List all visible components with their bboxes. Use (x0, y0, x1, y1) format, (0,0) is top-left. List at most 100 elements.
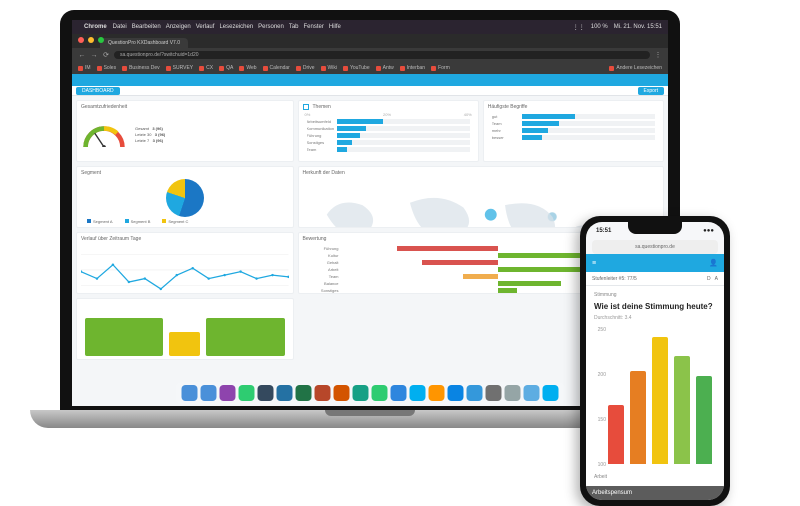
dock-app[interactable] (353, 385, 369, 401)
bookmark-item[interactable]: Business Dev (122, 65, 160, 71)
gauge-legend: Gesamt 3 (96)Letzte 30 3 (96)Letzte 7 3 … (135, 126, 165, 144)
back-icon[interactable]: ← (78, 51, 86, 59)
dock-app[interactable] (372, 385, 388, 401)
menubar-item[interactable]: Verlauf (196, 24, 215, 30)
dock-app[interactable] (543, 385, 559, 401)
phone-notch (628, 222, 682, 234)
bookmark-item[interactable]: YouTube (343, 65, 370, 71)
close-icon[interactable] (78, 37, 84, 43)
minimize-icon[interactable] (88, 37, 94, 43)
hbar-row: Team (307, 147, 470, 152)
dock-app[interactable] (220, 385, 236, 401)
dock-app[interactable] (315, 385, 331, 401)
menubar-item[interactable]: Datei (113, 24, 127, 30)
y-axis: 250200150100 (594, 327, 606, 468)
bookmark-item[interactable]: Interban (400, 65, 425, 71)
dock-app[interactable] (277, 385, 293, 401)
footer-text: Arbeitspensum (592, 490, 632, 496)
dock-app[interactable] (391, 385, 407, 401)
menubar-item[interactable]: Personen (258, 24, 284, 30)
address-bar[interactable]: sa.questionpro.de/?switchuid=1d20 (114, 51, 650, 59)
bookmark-item[interactable]: QA (219, 65, 233, 71)
card-trend: Verlauf über Zeitraum Tage 151015202530 (76, 232, 294, 294)
forward-icon[interactable]: → (90, 51, 98, 59)
menubar-item[interactable]: Anzeigen (166, 24, 191, 30)
url-text: sa.questionpro.de/?switchuid=1d20 (120, 52, 199, 58)
phone-address-bar[interactable]: sa.questionpro.de (592, 240, 718, 254)
menubar-app[interactable]: Chrome (84, 24, 107, 30)
dock-app[interactable] (467, 385, 483, 401)
dock-app[interactable] (182, 385, 198, 401)
dock-app[interactable] (334, 385, 350, 401)
dock-app[interactable] (429, 385, 445, 401)
dock-app[interactable] (448, 385, 464, 401)
bookmark-item[interactable]: Drive (296, 65, 315, 71)
chrome-toolbar: ← → ⟳ sa.questionpro.de/?switchuid=1d20 … (72, 48, 668, 62)
bookmark-item[interactable]: CX (199, 65, 213, 71)
hbar-chart: gutTeammehrbesser (488, 112, 659, 142)
lang-de[interactable]: D (707, 276, 711, 282)
bookmark-item[interactable]: IM (78, 65, 91, 71)
hbar-row: Führung (307, 133, 470, 138)
menubar-item[interactable]: Hilfe (329, 24, 341, 30)
hbar-row: Sonstiges (307, 140, 470, 145)
breadcrumb-text: Stufenleiter #5: 77/5 (592, 276, 637, 282)
card-title: Segment (81, 170, 289, 176)
checkbox-icon[interactable] (303, 104, 309, 110)
dock-app[interactable] (201, 385, 217, 401)
bookmark-item[interactable]: Antw (376, 65, 394, 71)
dock-app[interactable] (505, 385, 521, 401)
menubar-item[interactable]: Bearbeiten (132, 24, 161, 30)
macos-dock (176, 382, 565, 404)
mood-bar (608, 405, 624, 464)
card-title: Herkunft der Daten (303, 170, 660, 176)
bookmark-item[interactable]: Calendar (263, 65, 290, 71)
page-subheader: DASHBOARD Export (72, 86, 668, 96)
dock-app[interactable] (239, 385, 255, 401)
user-icon[interactable]: 👤 (709, 259, 718, 267)
mood-bar (696, 376, 712, 464)
menu-icon[interactable]: ≡ (592, 260, 596, 267)
card-terms: Häufigste Begriffe gutTeammehrbesser (483, 100, 664, 162)
bookmark-item[interactable]: Soles (97, 65, 117, 71)
section-label: Stimmung (594, 292, 716, 298)
export-button[interactable]: Export (638, 87, 664, 95)
dock-app[interactable] (486, 385, 502, 401)
card-gauge: Gesamtzufriedenheit Gesamt 3 (96)L (76, 100, 294, 162)
dashboard-tab[interactable]: DASHBOARD (76, 87, 120, 95)
dashboard-page: DASHBOARD Export Gesamtzufriedenheit (72, 74, 668, 406)
bookmark-item[interactable]: Web (239, 65, 256, 71)
dock-app[interactable] (410, 385, 426, 401)
dock-app[interactable] (524, 385, 540, 401)
hbar-row: mehr (492, 128, 655, 133)
bookmarks-overflow[interactable]: Andere Lesezeichen (609, 65, 662, 71)
maximize-icon[interactable] (98, 37, 104, 43)
bookmark-item[interactable]: SURVEY (166, 65, 193, 71)
card-title: Themen (313, 104, 474, 110)
mood-bar (630, 371, 646, 464)
bookmark-item[interactable]: Form (431, 65, 450, 71)
lang-a[interactable]: A (715, 276, 718, 282)
next-section-label: Arbeit (594, 474, 716, 480)
phone-time: 15:51 (596, 228, 611, 234)
phone-footer: Arbeitspensum (586, 486, 724, 500)
wifi-icon: ⋮⋮ (573, 24, 585, 31)
menubar-item[interactable]: Fenster (304, 24, 324, 30)
menubar-clock: Mi. 21. Nov. 15:51 (614, 24, 662, 30)
hbar-row: Arbeitsumfeld (307, 119, 470, 124)
card-title: Gesamtzufriedenheit (81, 104, 289, 110)
dock-app[interactable] (258, 385, 274, 401)
dock-app[interactable] (296, 385, 312, 401)
window-controls (78, 37, 104, 43)
menubar-item[interactable]: Lesezeichen (219, 24, 253, 30)
card-segment: Segment Segment ASegment BSegment C (76, 166, 294, 228)
box-chart (81, 302, 289, 356)
extensions-icon[interactable]: ⋮ (654, 51, 662, 59)
browser-tab[interactable]: QuestionPro KXDashboard V7.0 (100, 38, 188, 48)
bookmark-item[interactable]: Wiki (321, 65, 337, 71)
menubar-item[interactable]: Tab (289, 24, 299, 30)
dashboard-grid: Gesamtzufriedenheit Gesamt 3 (96)L (72, 96, 668, 364)
line-chart (81, 244, 289, 294)
reload-icon[interactable]: ⟳ (102, 51, 110, 59)
signal-icon: ●●● (703, 228, 714, 234)
